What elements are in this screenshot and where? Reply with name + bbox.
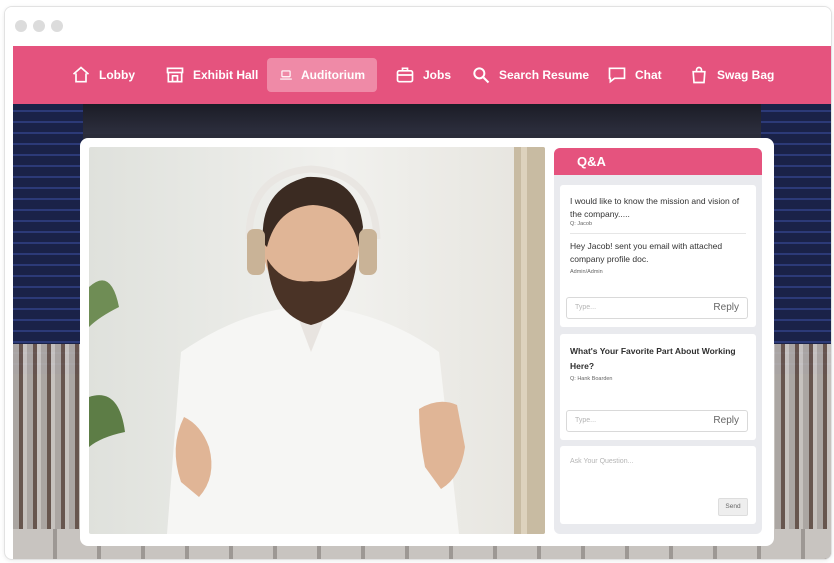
ask-question-input[interactable]: Ask Your Question...: [570, 458, 633, 465]
top-navigation: Lobby Exhibit Hall Auditorium Jobs Searc…: [13, 46, 831, 104]
thread-1-reply-row: Type... Reply: [566, 297, 748, 319]
left-audience: [13, 344, 83, 559]
thread-2-asker: Q: Hank Boarden: [570, 376, 613, 382]
nav-jobs[interactable]: Jobs: [395, 58, 451, 92]
nav-exhibit-hall-label: Exhibit Hall: [193, 68, 259, 82]
nav-swag-bag-label: Swag Bag: [717, 68, 775, 82]
left-screen-wall: [13, 104, 83, 374]
nav-auditorium-label: Auditorium: [301, 68, 365, 82]
nav-auditorium[interactable]: Auditorium: [267, 58, 377, 92]
session-panel: Q&A I would like to know the mission and…: [80, 138, 774, 546]
nav-exhibit-hall[interactable]: Exhibit Hall: [165, 58, 258, 92]
video-player[interactable]: [89, 147, 545, 534]
thread-2-reply-row: Type... Reply: [566, 410, 748, 432]
send-button[interactable]: Send: [718, 498, 748, 516]
thread-1-answer: Hey Jacob! sent you email with attached …: [570, 241, 723, 264]
nav-chat[interactable]: Chat: [607, 58, 662, 92]
ask-question-box[interactable]: Ask Your Question... Send: [560, 446, 756, 524]
nav-lobby-label: Lobby: [99, 68, 135, 82]
thread-1-question: I would like to know the mission and vis…: [570, 196, 740, 219]
nav-jobs-label: Jobs: [423, 68, 452, 82]
briefcase-icon: [396, 67, 414, 83]
qa-title: Q&A: [554, 148, 762, 175]
nav-swag-bag[interactable]: Swag Bag: [689, 58, 774, 92]
thread-1-reply-input[interactable]: Type...: [575, 304, 596, 311]
thread-1-answerer: Admin/Admin: [570, 269, 603, 275]
home-icon: [72, 66, 90, 83]
nav-lobby[interactable]: Lobby: [71, 58, 135, 92]
speaker-video-image: [89, 147, 545, 534]
thread-2-reply-button[interactable]: Reply: [713, 415, 739, 426]
qa-thread-2: What's Your Favorite Part About Working …: [560, 334, 756, 440]
window-maximize-dot[interactable]: [51, 20, 63, 32]
search-icon: [473, 67, 490, 84]
nav-search-resume[interactable]: Search Resume: [471, 58, 589, 92]
chat-icon: [608, 67, 626, 84]
thread-1-asker: Q: Jacob: [570, 221, 593, 227]
qa-thread-1: I would like to know the mission and vis…: [560, 185, 756, 327]
qa-panel: Q&A I would like to know the mission and…: [554, 148, 762, 534]
nav-search-resume-label: Search Resume: [499, 68, 590, 82]
bag-icon: [692, 66, 706, 84]
window-titlebar: [5, 7, 831, 45]
thread-2-reply-input[interactable]: Type...: [575, 417, 596, 424]
thread-1-divider: [570, 233, 746, 234]
stage-lights: [13, 104, 831, 134]
laptop-icon: [280, 70, 292, 80]
thread-1-reply-button[interactable]: Reply: [713, 302, 739, 313]
window-minimize-dot[interactable]: [33, 20, 45, 32]
window-close-dot[interactable]: [15, 20, 27, 32]
thread-2-question: What's Your Favorite Part About Working …: [570, 346, 736, 371]
nav-chat-label: Chat: [635, 68, 662, 82]
store-icon: [166, 67, 184, 83]
browser-window: Lobby Exhibit Hall Auditorium Jobs Searc…: [4, 6, 832, 560]
auditorium-stage: Q&A I would like to know the mission and…: [13, 104, 831, 559]
